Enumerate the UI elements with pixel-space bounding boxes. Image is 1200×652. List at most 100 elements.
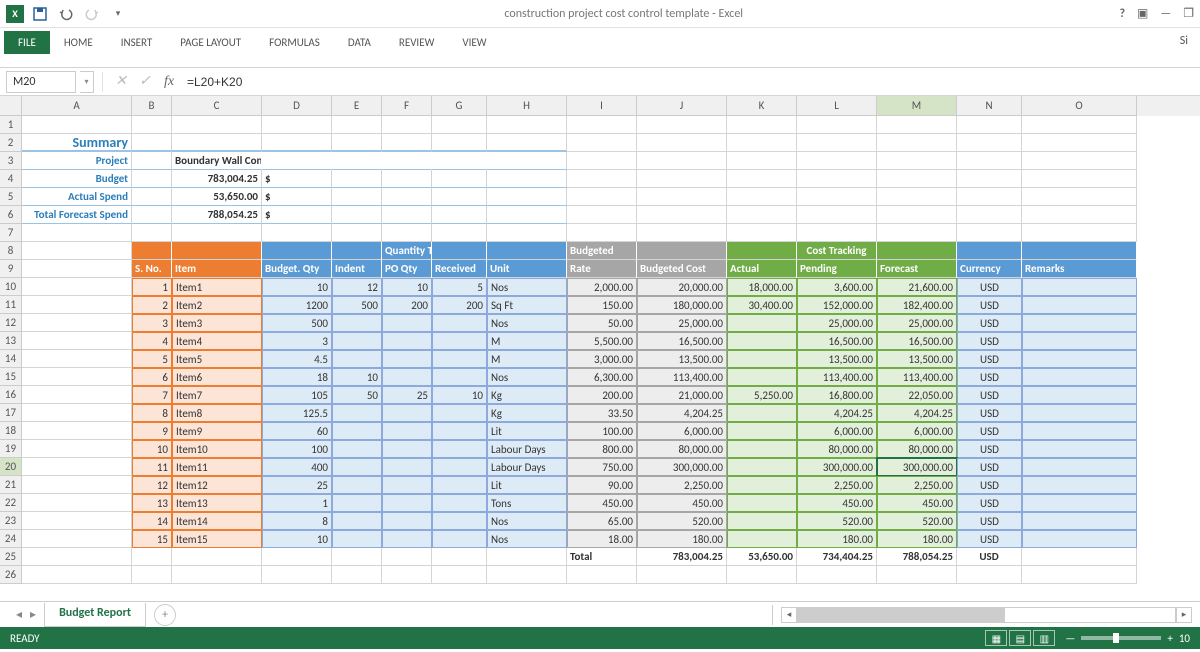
cell-I7[interactable] (567, 224, 637, 242)
cell-I26[interactable] (567, 566, 637, 584)
item-ind-14[interactable] (332, 512, 382, 530)
row-header-9[interactable]: 9 (0, 260, 22, 278)
item-name-7[interactable]: Item7 (172, 386, 262, 404)
hdr-pending[interactable]: Pending (797, 260, 877, 278)
cell-L6[interactable] (797, 206, 877, 224)
item-po-15[interactable] (382, 530, 432, 548)
qat-customize-icon[interactable]: ▾ (108, 4, 128, 24)
row-header-15[interactable]: 15 (0, 368, 22, 386)
col-header-I[interactable]: I (567, 96, 637, 116)
item-ac-11[interactable] (727, 458, 797, 476)
total-label[interactable]: Total (567, 548, 637, 566)
cell-N6[interactable] (957, 206, 1022, 224)
ribbon-tab-data[interactable]: DATA (334, 31, 385, 54)
item-ind-2[interactable]: 500 (332, 296, 382, 314)
hdr-rate[interactable]: Rate (567, 260, 637, 278)
row-header-8[interactable]: 8 (0, 242, 22, 260)
cell-A25[interactable] (22, 548, 132, 566)
zoom-in-button[interactable]: + (1167, 632, 1172, 645)
item-rc-10[interactable] (432, 440, 487, 458)
item-fc-13[interactable]: 450.00 (877, 494, 957, 512)
cell-H4[interactable] (487, 170, 567, 188)
cell-I1[interactable] (567, 116, 637, 134)
item-rate-9[interactable]: 100.00 (567, 422, 637, 440)
col-header-N[interactable]: N (957, 96, 1022, 116)
cell-H2[interactable] (487, 134, 567, 152)
item-fc-12[interactable]: 2,250.00 (877, 476, 957, 494)
item-pe-4[interactable]: 16,500.00 (797, 332, 877, 350)
item-rem-13[interactable] (1022, 494, 1137, 512)
row-header-10[interactable]: 10 (0, 278, 22, 296)
cell-M1[interactable] (877, 116, 957, 134)
new-sheet-button[interactable]: + (154, 604, 176, 626)
ribbon-tab-formulas[interactable]: FORMULAS (255, 31, 334, 54)
hdr-item[interactable]: Item (172, 260, 262, 278)
item-pe-12[interactable]: 2,250.00 (797, 476, 877, 494)
cell-A15[interactable] (22, 368, 132, 386)
cell-N1[interactable] (957, 116, 1022, 134)
summary-value-budget[interactable]: 783,004.25 (172, 170, 262, 188)
row-header-17[interactable]: 17 (0, 404, 22, 422)
group-item-blank[interactable] (172, 242, 262, 260)
col-header-J[interactable]: J (637, 96, 727, 116)
hdr-forecast[interactable]: Forecast (877, 260, 957, 278)
cell-O2[interactable] (1022, 134, 1137, 152)
item-name-1[interactable]: Item1 (172, 278, 262, 296)
item-bq-9[interactable]: 60 (262, 422, 332, 440)
cell-N2[interactable] (957, 134, 1022, 152)
hdr-sno[interactable]: S. No. (132, 260, 172, 278)
cell-F4[interactable] (382, 170, 432, 188)
row-header-25[interactable]: 25 (0, 548, 22, 566)
total-ac[interactable]: 53,650.00 (727, 548, 797, 566)
item-cur-11[interactable]: USD (957, 458, 1022, 476)
row-header-23[interactable]: 23 (0, 512, 22, 530)
cell-O26[interactable] (1022, 566, 1137, 584)
item-name-15[interactable]: Item15 (172, 530, 262, 548)
item-unit-5[interactable]: M (487, 350, 567, 368)
cell-M4[interactable] (877, 170, 957, 188)
col-header-D[interactable]: D (262, 96, 332, 116)
group-qty-3[interactable] (432, 242, 487, 260)
item-pe-5[interactable]: 13,500.00 (797, 350, 877, 368)
item-ac-6[interactable] (727, 368, 797, 386)
item-rc-14[interactable] (432, 512, 487, 530)
undo-icon[interactable] (56, 4, 76, 24)
item-name-2[interactable]: Item2 (172, 296, 262, 314)
item-fc-4[interactable]: 16,500.00 (877, 332, 957, 350)
item-bc-15[interactable]: 180.00 (637, 530, 727, 548)
hdr-actual[interactable]: Actual (727, 260, 797, 278)
group-qty-label[interactable]: Quantity Tracking (382, 242, 432, 260)
cell-A9[interactable] (22, 260, 132, 278)
item-rem-11[interactable] (1022, 458, 1137, 476)
col-header-H[interactable]: H (487, 96, 567, 116)
item-cur-7[interactable]: USD (957, 386, 1022, 404)
row-header-18[interactable]: 18 (0, 422, 22, 440)
cell-F2[interactable] (382, 134, 432, 152)
item-sno-14[interactable]: 14 (132, 512, 172, 530)
cell-K26[interactable] (727, 566, 797, 584)
cell-B4[interactable] (132, 170, 172, 188)
cell-C25[interactable] (172, 548, 262, 566)
cell-E4[interactable] (332, 170, 382, 188)
cell-N5[interactable] (957, 188, 1022, 206)
ribbon-tab-page-layout[interactable]: PAGE LAYOUT (166, 31, 255, 54)
item-rate-2[interactable]: 150.00 (567, 296, 637, 314)
total-cur[interactable]: USD (957, 548, 1022, 566)
cell-M26[interactable] (877, 566, 957, 584)
summary-value-forecast[interactable]: 788,054.25 (172, 206, 262, 224)
summary-value-actual[interactable]: 53,650.00 (172, 188, 262, 206)
col-header-E[interactable]: E (332, 96, 382, 116)
item-cur-4[interactable]: USD (957, 332, 1022, 350)
row-header-4[interactable]: 4 (0, 170, 22, 188)
hdr-recv[interactable]: Received (432, 260, 487, 278)
ribbon-display-options-icon[interactable]: ▣ (1137, 6, 1148, 21)
cell-A20[interactable] (22, 458, 132, 476)
item-ind-8[interactable] (332, 404, 382, 422)
item-pe-15[interactable]: 180.00 (797, 530, 877, 548)
item-rate-4[interactable]: 5,500.00 (567, 332, 637, 350)
cell-B2[interactable] (132, 134, 172, 152)
item-rem-3[interactable] (1022, 314, 1137, 332)
hdr-poqty[interactable]: PO Qty (382, 260, 432, 278)
item-bq-5[interactable]: 4.5 (262, 350, 332, 368)
group-budgeted-2[interactable] (637, 242, 727, 260)
